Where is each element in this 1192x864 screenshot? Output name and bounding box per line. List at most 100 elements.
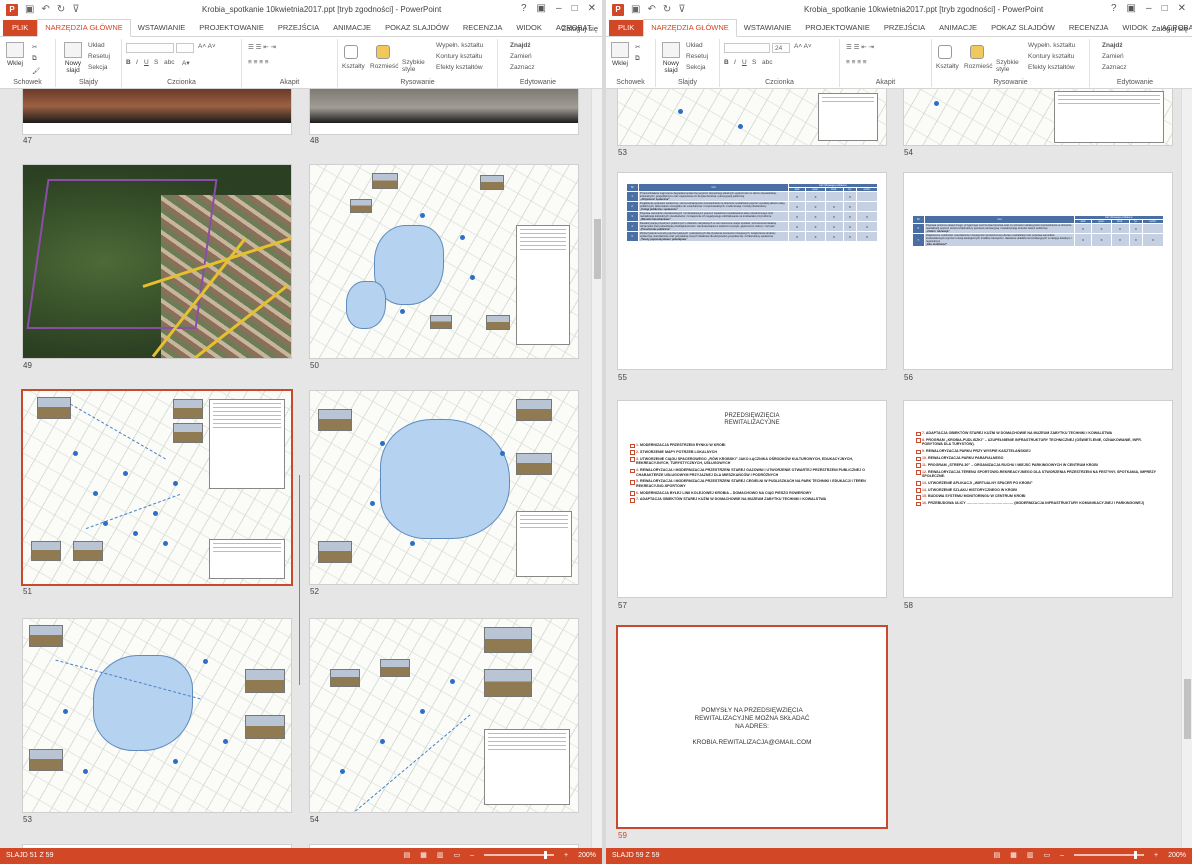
reset-button[interactable]: Resetuj <box>686 53 708 60</box>
shapes-button[interactable]: Kształty <box>936 63 959 70</box>
normal-view-icon[interactable]: ▤ <box>994 851 1001 859</box>
slide-thumbnail-57[interactable]: PRZEDSIĘWZIĘCIA REWITALIZACYJNE 1. MODER… <box>618 401 886 597</box>
paste-button[interactable]: Wklej <box>4 42 26 67</box>
slide-thumbnail-58[interactable]: 7. ADAPTACJA OBIEKTÓW STAREJ KUŹNI W DOM… <box>904 401 1172 597</box>
sign-in-link[interactable]: Zaloguj się <box>1152 24 1188 33</box>
minimize-button[interactable]: – <box>556 3 562 14</box>
shape-effects-button[interactable]: Efekty kształtów <box>436 64 483 71</box>
arrange-icon[interactable] <box>376 45 390 59</box>
select-button[interactable]: Zaznacz <box>1102 64 1127 71</box>
shape-fill-button[interactable]: Wypełn. kształtu <box>1028 42 1075 49</box>
maximize-button[interactable]: □ <box>572 3 578 14</box>
slide-thumbnail-59[interactable]: POMYSŁY NA PRZEDSIĘWZIĘCIA REWITALIZACYJ… <box>618 627 886 827</box>
slideshow-view-icon[interactable]: ▭ <box>453 851 460 859</box>
cut-icon[interactable]: ✂ <box>32 43 37 51</box>
undo-icon[interactable]: ↶ <box>41 4 49 16</box>
slide-thumbnail-56[interactable]: Nr. Cel Cel zdrowego problemu: społ. gos… <box>904 173 1172 369</box>
tab-insert[interactable]: WSTAWIANIE <box>131 23 193 36</box>
align-icons[interactable]: ≡ ≡ ≡ ≡ <box>846 59 867 66</box>
section-button[interactable]: Sekcja <box>88 64 108 71</box>
quick-styles-button[interactable]: Szybkie style <box>996 59 1026 73</box>
strikethrough-button[interactable]: abc <box>164 59 174 66</box>
tab-animations[interactable]: ANIMACJE <box>932 23 984 36</box>
bold-button[interactable]: B <box>724 59 729 66</box>
font-name-box[interactable] <box>126 43 174 53</box>
tab-file[interactable]: PLIK <box>609 20 644 36</box>
ribbon-display-button[interactable]: ▣ <box>537 3 546 14</box>
minimize-button[interactable]: – <box>1146 3 1152 14</box>
slideshow-view-icon[interactable]: ▭ <box>1043 851 1050 859</box>
find-button[interactable]: Znajdź <box>510 42 531 49</box>
tab-design[interactable]: PROJEKTOWANIE <box>798 23 877 36</box>
reading-view-icon[interactable]: ▥ <box>437 851 444 859</box>
slide-thumbnail-55[interactable]: Nr. Cel Cel zdrowego problemu: społ. gos… <box>618 173 886 369</box>
reset-button[interactable]: Resetuj <box>88 53 110 60</box>
cut-icon[interactable]: ✂ <box>635 43 640 51</box>
select-button[interactable]: Zaznacz <box>510 64 535 71</box>
paste-button[interactable]: Wklej <box>609 42 631 67</box>
zoom-out-icon[interactable]: – <box>1060 852 1064 859</box>
sorter-view-icon[interactable]: ▦ <box>1010 851 1017 859</box>
tab-view[interactable]: WIDOK <box>1115 23 1154 36</box>
layout-button[interactable]: Układ <box>88 42 105 49</box>
tab-home[interactable]: NARZĘDZIA GŁÓWNE <box>643 19 737 37</box>
normal-view-icon[interactable]: ▤ <box>404 851 411 859</box>
arrange-button[interactable]: Rozmieść <box>964 63 993 70</box>
tab-slideshow[interactable]: POKAZ SLAJDÓW <box>378 23 456 36</box>
shape-outline-button[interactable]: Kontury kształtu <box>436 53 482 60</box>
slide-thumbnail-53[interactable] <box>23 619 291 812</box>
zoom-level[interactable]: 200% <box>578 852 596 859</box>
format-painter-icon[interactable]: 🖌 <box>32 67 40 75</box>
slide-thumbnail-51[interactable] <box>23 391 291 584</box>
help-button[interactable]: ? <box>521 3 527 14</box>
customize-qat-icon[interactable]: ⊽ <box>72 4 79 16</box>
slide-thumbnail-54[interactable] <box>310 619 578 812</box>
zoom-in-icon[interactable]: + <box>564 852 568 859</box>
align-icons[interactable]: ≡ ≡ ≡ ≡ <box>248 59 269 66</box>
font-size-box[interactable]: 24 <box>772 43 790 53</box>
close-button[interactable]: ✕ <box>1178 3 1186 14</box>
customize-qat-icon[interactable]: ⊽ <box>678 4 685 16</box>
shapes-icon[interactable] <box>938 45 952 59</box>
tab-view[interactable]: WIDOK <box>509 23 548 36</box>
tab-transitions[interactable]: PRZEJŚCIA <box>877 23 932 36</box>
new-slide-button[interactable]: Nowy slajd <box>60 42 86 74</box>
vertical-scrollbar[interactable] <box>1181 89 1192 848</box>
shadow-button[interactable]: S <box>154 59 158 66</box>
bold-button[interactable]: B <box>126 59 131 66</box>
arrange-icon[interactable] <box>970 45 984 59</box>
tab-animations[interactable]: ANIMACJE <box>326 23 378 36</box>
ribbon-display-button[interactable]: ▣ <box>1127 3 1136 14</box>
tab-design[interactable]: PROJEKTOWANIE <box>192 23 271 36</box>
save-icon[interactable]: ▣ <box>631 4 640 16</box>
slide-thumbnail-50[interactable] <box>310 165 578 358</box>
font-color-icon[interactable]: A▾ <box>182 59 190 67</box>
reading-view-icon[interactable]: ▥ <box>1027 851 1034 859</box>
tab-review[interactable]: RECENZJA <box>1062 23 1116 36</box>
arrange-button[interactable]: Rozmieść <box>370 63 399 70</box>
redo-icon[interactable]: ↻ <box>57 4 65 16</box>
slide-thumbnail-49[interactable] <box>23 165 291 358</box>
sorter-view-icon[interactable]: ▦ <box>420 851 427 859</box>
tab-transitions[interactable]: PRZEJŚCIA <box>271 23 326 36</box>
slide-thumbnail-53[interactable] <box>618 89 886 145</box>
zoom-slider[interactable] <box>1074 851 1144 859</box>
help-button[interactable]: ? <box>1111 3 1117 14</box>
tab-slideshow[interactable]: POKAZ SLAJDÓW <box>984 23 1062 36</box>
slide-thumbnail-48[interactable] <box>310 89 578 134</box>
font-size-box[interactable] <box>176 43 194 53</box>
shape-fill-button[interactable]: Wypełn. kształtu <box>436 42 483 49</box>
italic-button[interactable]: I <box>734 59 736 66</box>
slide-thumbnail-52[interactable] <box>310 391 578 584</box>
copy-icon[interactable]: ⧉ <box>635 55 640 63</box>
quick-styles-button[interactable]: Szybkie style <box>402 59 432 73</box>
section-button[interactable]: Sekcja <box>686 64 706 71</box>
find-button[interactable]: Znajdź <box>1102 42 1123 49</box>
underline-button[interactable]: U <box>742 59 747 66</box>
grow-font-icon[interactable]: A˄ A˅ <box>794 43 812 50</box>
sign-in-link[interactable]: Zaloguj się <box>562 24 598 33</box>
italic-button[interactable]: I <box>136 59 138 66</box>
close-button[interactable]: ✕ <box>588 3 596 14</box>
shadow-button[interactable]: S <box>752 59 756 66</box>
tab-insert[interactable]: WSTAWIANIE <box>737 23 799 36</box>
